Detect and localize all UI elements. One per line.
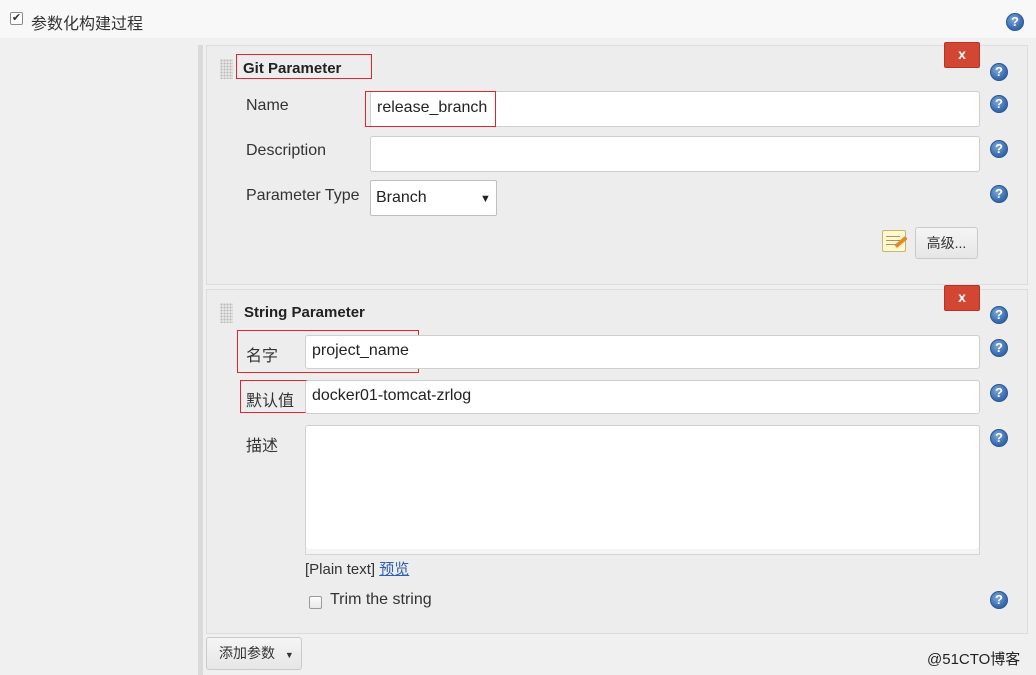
textarea-resize-handle[interactable] [305, 549, 980, 555]
delete-string-parameter-button[interactable]: x [944, 285, 980, 311]
default-value-label: 默认值 [246, 393, 295, 410]
watermark: @51CTO博客 [927, 651, 1021, 668]
dropdown-arrow-icon: ▼ [480, 193, 491, 205]
description-label: 描述 [246, 438, 279, 455]
git-name-value: release_branch [377, 99, 488, 116]
caret-down-icon: ▼ [284, 650, 294, 660]
name-label: 名字 [246, 348, 279, 365]
section-header [0, 0, 1036, 38]
help-icon[interactable]: ? [990, 339, 1008, 357]
content-rail [198, 45, 203, 675]
format-hint: [Plain text] 预览 [305, 558, 409, 579]
add-parameter-button[interactable]: 添加参数 ▼ [206, 637, 302, 670]
trim-string-label: Trim the string [330, 591, 432, 608]
name-label: Name [246, 97, 289, 114]
string-parameter-title: String Parameter [244, 304, 365, 321]
help-icon[interactable]: ? [990, 95, 1008, 113]
parameterized-build-label: 参数化构建过程 [31, 16, 144, 33]
description-textarea[interactable] [305, 425, 980, 550]
advanced-button[interactable]: 高级... [915, 227, 978, 259]
preview-link[interactable]: 预览 [379, 561, 409, 578]
help-icon[interactable]: ? [990, 591, 1008, 609]
parameter-type-label: Parameter Type [246, 187, 360, 204]
delete-git-parameter-button[interactable]: x [944, 42, 980, 68]
help-icon[interactable]: ? [1006, 13, 1024, 31]
parameter-type-value: Branch [376, 189, 427, 206]
drag-handle-icon[interactable] [220, 59, 233, 79]
help-icon[interactable]: ? [990, 140, 1008, 158]
drag-handle-icon[interactable] [220, 303, 233, 323]
help-icon[interactable]: ? [990, 384, 1008, 402]
format-prefix: [Plain text] [305, 561, 376, 578]
git-description-input[interactable] [370, 136, 980, 172]
help-icon[interactable]: ? [990, 429, 1008, 447]
git-parameter-title: Git Parameter [243, 60, 342, 77]
parameter-type-select[interactable]: Branch [370, 180, 497, 216]
default-value-value: docker01-tomcat-zrlog [312, 387, 472, 404]
string-name-value: project_name [312, 342, 409, 359]
trim-string-checkbox[interactable] [309, 596, 322, 609]
notepad-icon[interactable] [882, 230, 906, 252]
description-label: Description [246, 142, 327, 159]
help-icon[interactable]: ? [990, 306, 1008, 324]
add-parameter-label: 添加参数 [219, 645, 275, 661]
parameterized-build-checkbox[interactable]: ✔ [10, 12, 23, 25]
help-icon[interactable]: ? [990, 63, 1008, 81]
help-icon[interactable]: ? [990, 185, 1008, 203]
